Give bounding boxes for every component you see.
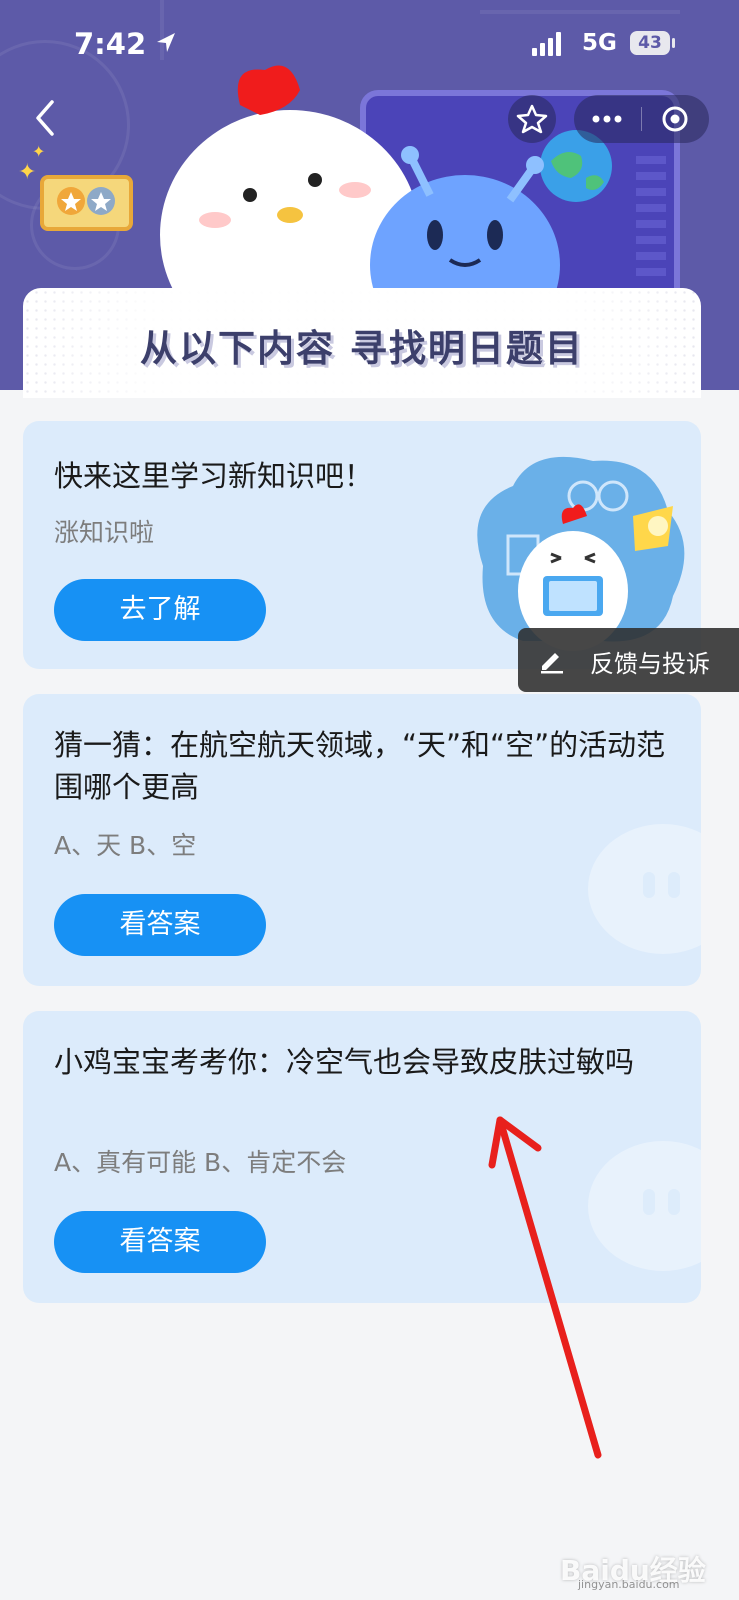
bubble-eye [643,1189,655,1215]
quiz-question: 小鸡宝宝考考你：冷空气也会导致皮肤过敏吗 [54,1045,635,1079]
sparkle-icon: ✦ [18,160,37,185]
battery-tip [672,38,675,48]
network-label: 5G [582,30,617,56]
chat-bubble-decor [588,824,701,954]
more-button[interactable] [574,95,641,143]
target-icon [662,106,688,132]
vent-decor [636,156,666,276]
quiz-question: 猜一猜：在航空航天领域，“天”和“空”的活动范围哪个更高 [54,728,666,804]
status-bar: 7:42 5G 43 [0,0,739,90]
more-icon [592,115,622,123]
red-arrow-annotation [488,1116,602,1459]
title-banner: 从以下内容 寻找明日题目 [23,288,701,398]
baidu-watermark: Baidu经验 jingyan.baidu.com [560,1545,730,1591]
quiz-options: A、天 B、空 [54,831,197,860]
quiz-card: 猜一猜：在航空航天领域，“天”和“空”的活动范围哪个更高 A、天 B、空 看答案 [23,694,701,986]
quiz-options: A、真有可能 B、肯定不会 [54,1148,347,1177]
signal-icon [532,32,561,56]
feedback-label: 反馈与投诉 [590,650,710,678]
bubble-eye [643,872,655,898]
close-miniprogram-button[interactable] [642,95,709,143]
status-time: 7:42 [74,27,147,61]
learn-more-button[interactable]: 去了解 [54,579,266,641]
watermark-url: jingyan.baidu.com [578,1578,680,1591]
sparkle-icon: ✦ [32,142,46,161]
feedback-button[interactable]: 反馈与投诉 [518,628,739,692]
edit-icon [541,653,563,674]
bubble-eye [668,872,680,898]
menu-capsule [574,95,709,143]
view-answer-button[interactable]: 看答案 [54,1211,266,1273]
favorite-button[interactable] [508,95,556,143]
battery-indicator: 43 [630,31,670,55]
medal-board [40,175,133,231]
medal-icon [57,187,115,215]
reading-chick-illustration [477,456,685,651]
banner-title: 从以下内容 寻找明日题目 [140,327,584,370]
card-subtitle: 涨知识啦 [54,518,155,547]
star-icon [516,104,548,134]
location-arrow-icon [157,33,175,52]
back-icon[interactable] [30,98,60,138]
bubble-eye [668,1189,680,1215]
view-answer-button[interactable]: 看答案 [54,894,266,956]
